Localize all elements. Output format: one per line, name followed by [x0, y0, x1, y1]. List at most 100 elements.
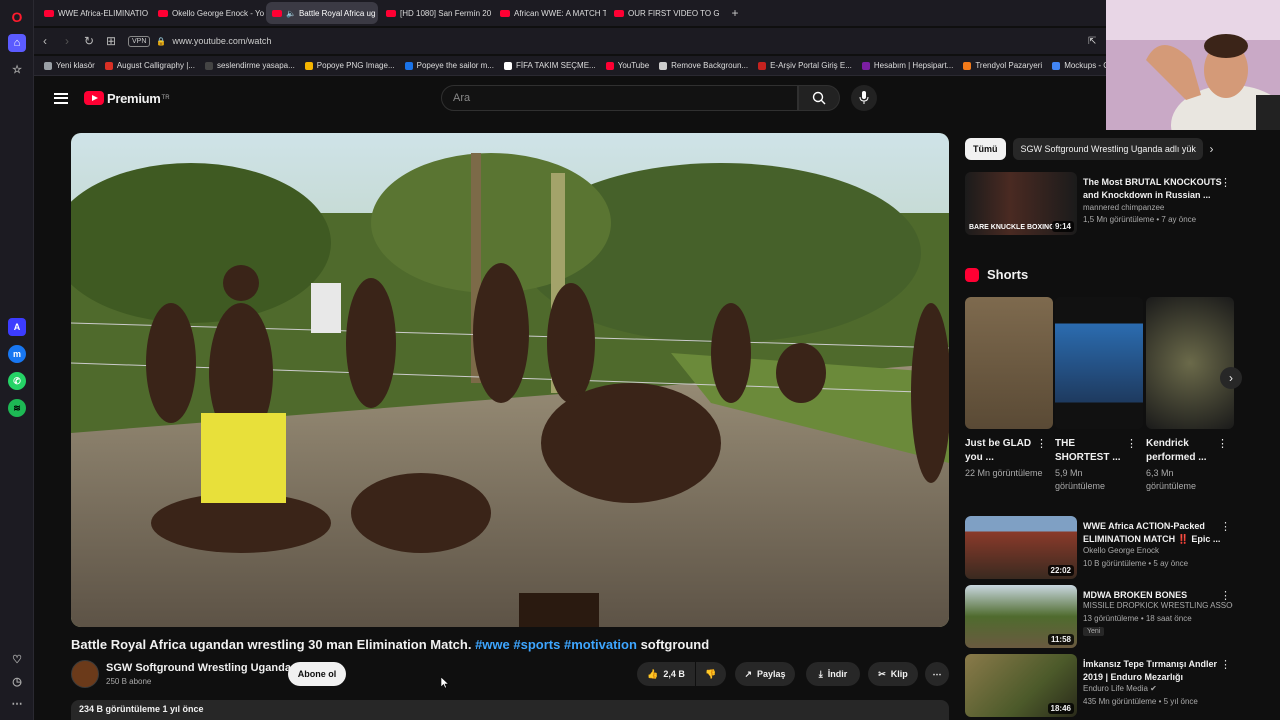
vpn-badge[interactable]: VPN — [128, 35, 151, 47]
share-icon: ↗ — [744, 668, 752, 679]
bookmark-item[interactable]: Trendyol Pazaryeri — [963, 61, 1042, 70]
short-title[interactable]: Kendrick performed ... — [1146, 437, 1216, 465]
chip-all[interactable]: Tümü — [965, 138, 1006, 160]
hashtag-link[interactable]: #sports — [513, 637, 560, 652]
description-box[interactable]: 234 B görüntüleme 1 yıl önce — [71, 700, 949, 720]
download-button[interactable]: ⤓ İndir — [806, 662, 860, 686]
tab-3-active[interactable]: 🔈 Battle Royal Africa ug — [266, 2, 378, 24]
bookmark-item[interactable]: Hesabım | Hepsipart... — [861, 61, 953, 70]
star-icon[interactable]: ☆ — [8, 60, 26, 78]
hashtag-link[interactable]: #motivation — [564, 637, 637, 652]
heart-icon[interactable]: ♡ — [8, 650, 26, 668]
more-vert-icon[interactable]: ⋮ — [1220, 520, 1231, 533]
subscribe-button[interactable]: Abone ol — [288, 662, 346, 686]
dislike-button[interactable]: 👎 — [696, 662, 726, 686]
more-vert-icon[interactable]: ⋮ — [1126, 437, 1137, 450]
search-input[interactable]: Ara — [441, 85, 798, 111]
duration-badge: 9:14 — [1051, 221, 1074, 232]
hamburger-menu-icon[interactable] — [54, 92, 68, 104]
new-tab-button[interactable]: + — [726, 4, 744, 22]
video-title: Battle Royal Africa ugandan wrestling 30… — [71, 637, 709, 652]
video-thumbnail[interactable]: 22:02 — [965, 516, 1077, 579]
bookmark-item[interactable]: Popeye the sailor m... — [404, 61, 494, 70]
recommendation-channel[interactable]: Okello George Enock — [1083, 546, 1159, 555]
search-button[interactable] — [798, 85, 840, 111]
youtube-premium-logo[interactable]: Premium TR — [84, 91, 170, 106]
bookmark-item[interactable]: Yeni klasör — [44, 61, 95, 70]
recommendation-title[interactable]: WWE Africa ACTION-Packed ELIMINATION MAT… — [1083, 520, 1223, 546]
whatsapp-icon[interactable]: ✆ — [8, 372, 26, 390]
voice-search-button[interactable] — [851, 85, 877, 111]
bookmark-favicon-icon — [504, 61, 512, 70]
more-vert-icon[interactable]: ⋮ — [1220, 589, 1231, 602]
video-player[interactable] — [71, 133, 949, 627]
tab-4[interactable]: [HD 1080] San Fermín 20 — [380, 2, 492, 24]
recommendation-title[interactable]: İmkansız Tepe Tırmanışı Andler 2019 | En… — [1083, 658, 1223, 684]
recommendation-item[interactable]: 11:58 MDWA BROKEN BONES MISSILE DROPKICK… — [965, 585, 1233, 649]
more-vert-icon[interactable]: ⋮ — [1036, 437, 1047, 450]
recommendation-meta: 1,5 Mn görüntüleme • 7 ay önce — [1083, 215, 1197, 224]
like-button[interactable]: 👍 2,4 B — [637, 662, 695, 686]
short-item[interactable]: Kendrick performed ... ⋮ 6,3 Mn görüntül… — [1146, 297, 1234, 497]
recommendation-channel[interactable]: mannered chimpanzee — [1083, 203, 1164, 212]
short-thumbnail[interactable] — [1055, 297, 1143, 429]
recommendation-item[interactable]: BARE KNUCKLE BOXING 9:14 The Most BRUTAL… — [965, 172, 1233, 236]
lock-icon: 🔒 — [156, 36, 167, 46]
more-actions-button[interactable]: ⋯ — [925, 662, 949, 686]
tab-2[interactable]: Okello George Enock - Yo — [152, 2, 264, 24]
video-thumbnail[interactable]: 18:46 — [965, 654, 1077, 717]
tab-1[interactable]: WWE Africa-ELIMINATIO — [38, 2, 150, 24]
recommendation-title[interactable]: The Most BRUTAL KNOCKOUTS and Knockdown … — [1083, 176, 1223, 202]
more-vert-icon[interactable]: ⋮ — [1220, 176, 1231, 189]
bookmark-item[interactable]: YouTube — [605, 61, 649, 70]
bookmark-item[interactable]: Remove Backgroun... — [659, 61, 748, 70]
bookmark-item[interactable]: August Calligraphy |... — [104, 61, 195, 70]
channel-avatar[interactable] — [71, 660, 99, 688]
clip-button[interactable]: ✂ Klip — [868, 662, 918, 686]
bookmark-item[interactable]: seslendirme yasapa... — [204, 61, 295, 70]
share-page-icon[interactable]: ⇱ — [1088, 36, 1096, 47]
spotify-icon[interactable]: ≋ — [8, 399, 26, 417]
bookmark-item[interactable]: Mockups - Ca — [1052, 61, 1114, 70]
short-title[interactable]: THE SHORTEST ... — [1055, 437, 1125, 465]
recommendation-channel[interactable]: MISSILE DROPKICK WRESTLING ASSOCI... — [1083, 601, 1233, 610]
history-icon[interactable]: ◷ — [8, 672, 26, 690]
more-icon[interactable]: ⋯ — [8, 694, 26, 712]
thumbs-up-icon: 👍 — [647, 668, 659, 679]
tabs-grid-icon[interactable]: ⊞ — [100, 34, 122, 48]
recommendation-channel[interactable]: Enduro Life Media ✔ — [1083, 684, 1157, 693]
short-thumbnail[interactable] — [965, 297, 1053, 429]
aria-icon[interactable]: A — [8, 318, 26, 336]
recommendation-item[interactable]: 22:02 WWE Africa ACTION-Packed ELIMINATI… — [965, 516, 1233, 580]
home-icon[interactable]: ⌂ — [8, 34, 26, 52]
more-vert-icon[interactable]: ⋮ — [1220, 658, 1231, 671]
short-title[interactable]: Just be GLAD you ... — [965, 437, 1035, 465]
opera-logo-icon[interactable]: O — [8, 8, 26, 26]
thumbs-down-icon: 👎 — [705, 668, 717, 679]
short-item[interactable]: Just be GLAD you ... ⋮ 22 Mn görüntüleme — [965, 297, 1053, 497]
tab-5[interactable]: African WWE: A MATCH T — [494, 2, 606, 24]
shorts-next-button[interactable]: › — [1220, 367, 1242, 389]
chevron-right-icon[interactable]: › — [1210, 142, 1214, 156]
bookmark-item[interactable]: E-Arşiv Portal Giriş E... — [758, 61, 852, 70]
messenger-icon[interactable]: m — [8, 345, 26, 363]
share-button[interactable]: ↗ Paylaş — [735, 662, 795, 686]
back-icon[interactable]: ‹ — [34, 34, 56, 48]
url-field[interactable]: www.youtube.com/watch — [172, 36, 271, 46]
chip-channel[interactable]: SGW Softground Wrestling Uganda adlı yük — [1012, 138, 1203, 160]
bookmark-favicon-icon — [963, 61, 972, 70]
bookmark-item[interactable]: Popoye PNG Image... — [304, 61, 395, 70]
channel-name[interactable]: SGW Softground Wrestling Uganda — [106, 662, 291, 674]
short-item[interactable]: THE SHORTEST ... ⋮ 5,9 Mn görüntüleme — [1055, 297, 1143, 497]
short-thumbnail[interactable] — [1146, 297, 1234, 429]
forward-icon[interactable]: › — [56, 34, 78, 48]
bookmark-item[interactable]: FİFA TAKIM SEÇME... — [504, 61, 596, 70]
video-thumbnail[interactable]: BARE KNUCKLE BOXING 9:14 — [965, 172, 1077, 235]
video-thumbnail[interactable]: 11:58 — [965, 585, 1077, 648]
duration-badge: 11:58 — [1047, 634, 1074, 645]
more-vert-icon[interactable]: ⋮ — [1217, 437, 1228, 450]
hashtag-link[interactable]: #wwe — [475, 637, 510, 652]
reload-icon[interactable]: ↻ — [78, 34, 100, 48]
recommendation-item[interactable]: 18:46 İmkansız Tepe Tırmanışı Andler 201… — [965, 654, 1233, 718]
tab-6[interactable]: OUR FIRST VIDEO TO GO — [608, 2, 720, 24]
